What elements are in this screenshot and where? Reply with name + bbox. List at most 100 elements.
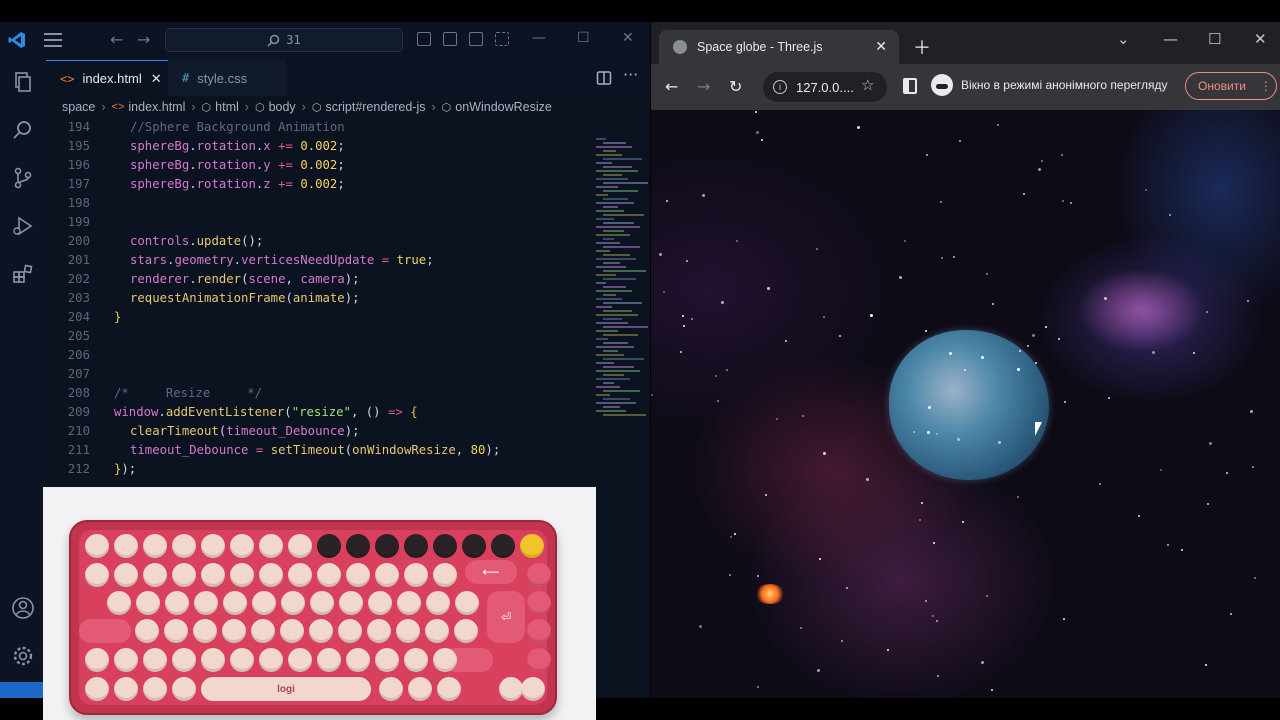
minimap[interactable]: [592, 118, 650, 488]
run-debug-icon[interactable]: [11, 214, 35, 238]
line-number: 207: [67, 367, 90, 381]
reload-icon[interactable]: ↻: [729, 77, 742, 96]
extensions-icon[interactable]: [11, 262, 35, 286]
tab-index-html[interactable]: <> index.html ✕: [46, 60, 168, 96]
site-info-icon[interactable]: i: [773, 80, 787, 94]
star: [1247, 300, 1249, 302]
incognito-indicator[interactable]: Вікно в режимі анонімного перегляду: [931, 74, 1168, 96]
tab-close-icon[interactable]: ✕: [151, 71, 162, 87]
menu-icon[interactable]: [44, 33, 62, 47]
star: [702, 194, 705, 197]
back-arrow-icon[interactable]: ←: [665, 77, 678, 96]
more-actions-icon[interactable]: ···: [623, 65, 638, 84]
breadcrumb-item[interactable]: space: [62, 100, 95, 114]
keyboard-key: [346, 563, 370, 587]
code-line[interactable]: 196 sphereBg.rotation.y += 0.002;: [46, 158, 590, 177]
toggle-panel-icon[interactable]: [443, 32, 457, 46]
code-editor[interactable]: 194 //Sphere Background Animation 195 spher…: [46, 118, 590, 488]
maximize-icon[interactable]: ☐: [577, 30, 590, 46]
minimap-row: [603, 166, 632, 168]
toggle-sidebar-icon[interactable]: [417, 32, 431, 46]
minimap-row: [596, 210, 624, 212]
code-line[interactable]: 200 controls.update();: [46, 234, 590, 253]
space-globe[interactable]: [889, 330, 1049, 480]
star: [683, 325, 685, 327]
keyboard-key: [397, 591, 421, 615]
breadcrumb-item[interactable]: html: [215, 100, 239, 114]
breadcrumb-item[interactable]: body: [269, 100, 296, 114]
code-line[interactable]: 194 //Sphere Background Animation: [46, 120, 590, 139]
vscode-titlebar: ← → 31 — ☐ ✕: [0, 22, 650, 60]
code-line[interactable]: 199: [46, 215, 590, 234]
maximize-icon[interactable]: ☐: [1208, 30, 1221, 48]
minimap-row: [596, 298, 622, 300]
forward-arrow-icon[interactable]: →: [137, 30, 150, 49]
code-line[interactable]: 202 renderer.render(scene, camera);: [46, 272, 590, 291]
line-number: 209: [67, 405, 90, 419]
new-tab-icon[interactable]: ＋: [913, 34, 931, 60]
star: [1023, 193, 1025, 195]
code-line[interactable]: 201 stars.geometry.verticesNeedUpdate = t…: [46, 253, 590, 272]
minimap-row: [596, 266, 626, 268]
tab-style-css[interactable]: # style.css: [168, 60, 286, 96]
code-line[interactable]: 206: [46, 348, 590, 367]
code-line[interactable]: 205: [46, 329, 590, 348]
code-line[interactable]: 208 /* Resize */: [46, 386, 590, 405]
keyboard-key: [527, 619, 551, 643]
tab-close-icon[interactable]: ✕: [875, 38, 887, 55]
breadcrumb-item[interactable]: script#rendered-js: [325, 100, 425, 114]
customize-layout-icon[interactable]: [495, 32, 509, 46]
accounts-icon[interactable]: [11, 596, 35, 620]
remote-status-indicator[interactable]: [0, 682, 46, 698]
code-text: stars.geometry.verticesNeedUpdate = true…: [130, 253, 434, 267]
keyboard-key: [85, 677, 109, 701]
keyboard-key: [527, 591, 551, 615]
code-text: }: [114, 310, 122, 324]
keyboard-key: [114, 534, 138, 558]
keyboard-key: [437, 677, 461, 701]
minimize-icon[interactable]: —: [1163, 30, 1178, 48]
source-control-icon[interactable]: [11, 166, 35, 190]
split-editor-icon[interactable]: [596, 70, 612, 86]
minimap-row: [603, 222, 634, 224]
keyboard-key: [404, 648, 428, 672]
close-icon[interactable]: ✕: [622, 30, 634, 46]
star: [839, 335, 841, 337]
code-line[interactable]: 203 requestAnimationFrame(animate);: [46, 291, 590, 310]
toggle-secondary-sidebar-icon[interactable]: [469, 32, 483, 46]
html-file-icon: <>: [111, 101, 125, 113]
code-line[interactable]: 212});: [46, 462, 590, 481]
settings-gear-icon[interactable]: [11, 644, 35, 668]
code-line[interactable]: 207: [46, 367, 590, 386]
code-line[interactable]: 198: [46, 196, 590, 215]
code-line[interactable]: 210 clearTimeout(timeout_Debounce);: [46, 424, 590, 443]
code-line[interactable]: 211 timeout_Debounce = setTimeout(onWindo…: [46, 443, 590, 462]
star: [936, 433, 938, 435]
search-sidebar-icon[interactable]: [11, 118, 35, 142]
code-text: controls.update();: [130, 234, 264, 248]
breadcrumb-item[interactable]: onWindowResize: [455, 100, 552, 114]
forward-arrow-icon[interactable]: →: [697, 77, 710, 96]
code-line[interactable]: 209 window.addEventListener("resize", () …: [46, 405, 590, 424]
code-text: sphereBg.rotation.y += 0.002;: [130, 158, 345, 172]
side-panel-icon[interactable]: [903, 78, 917, 94]
code-line[interactable]: 197 sphereBg.rotation.z += 0.002;: [46, 177, 590, 196]
tab-search-chevron-icon[interactable]: ⌄: [1117, 30, 1130, 48]
breadcrumb: space › <> index.html › ⬡ html › ⬡ body …: [46, 96, 650, 118]
browser-tab[interactable]: Space globe - Three.js ✕: [659, 30, 899, 64]
code-line[interactable]: 195 sphereBg.rotation.x += 0.002;: [46, 139, 590, 158]
explorer-icon[interactable]: [11, 70, 35, 94]
back-arrow-icon[interactable]: ←: [110, 30, 123, 49]
bookmark-star-icon[interactable]: ☆: [861, 76, 874, 94]
update-button[interactable]: Оновити ⋮: [1185, 72, 1277, 100]
close-icon[interactable]: ✕: [1254, 30, 1267, 48]
minimize-icon[interactable]: —: [532, 30, 546, 46]
keyboard-key: [259, 648, 283, 672]
code-line[interactable]: 204}: [46, 310, 590, 329]
menu-dots-icon[interactable]: ⋮: [1260, 79, 1272, 93]
breadcrumb-item[interactable]: index.html: [128, 100, 185, 114]
star: [1108, 397, 1110, 399]
star: [964, 369, 966, 371]
page-viewport[interactable]: [651, 110, 1280, 698]
command-search-input[interactable]: 31: [165, 28, 403, 52]
